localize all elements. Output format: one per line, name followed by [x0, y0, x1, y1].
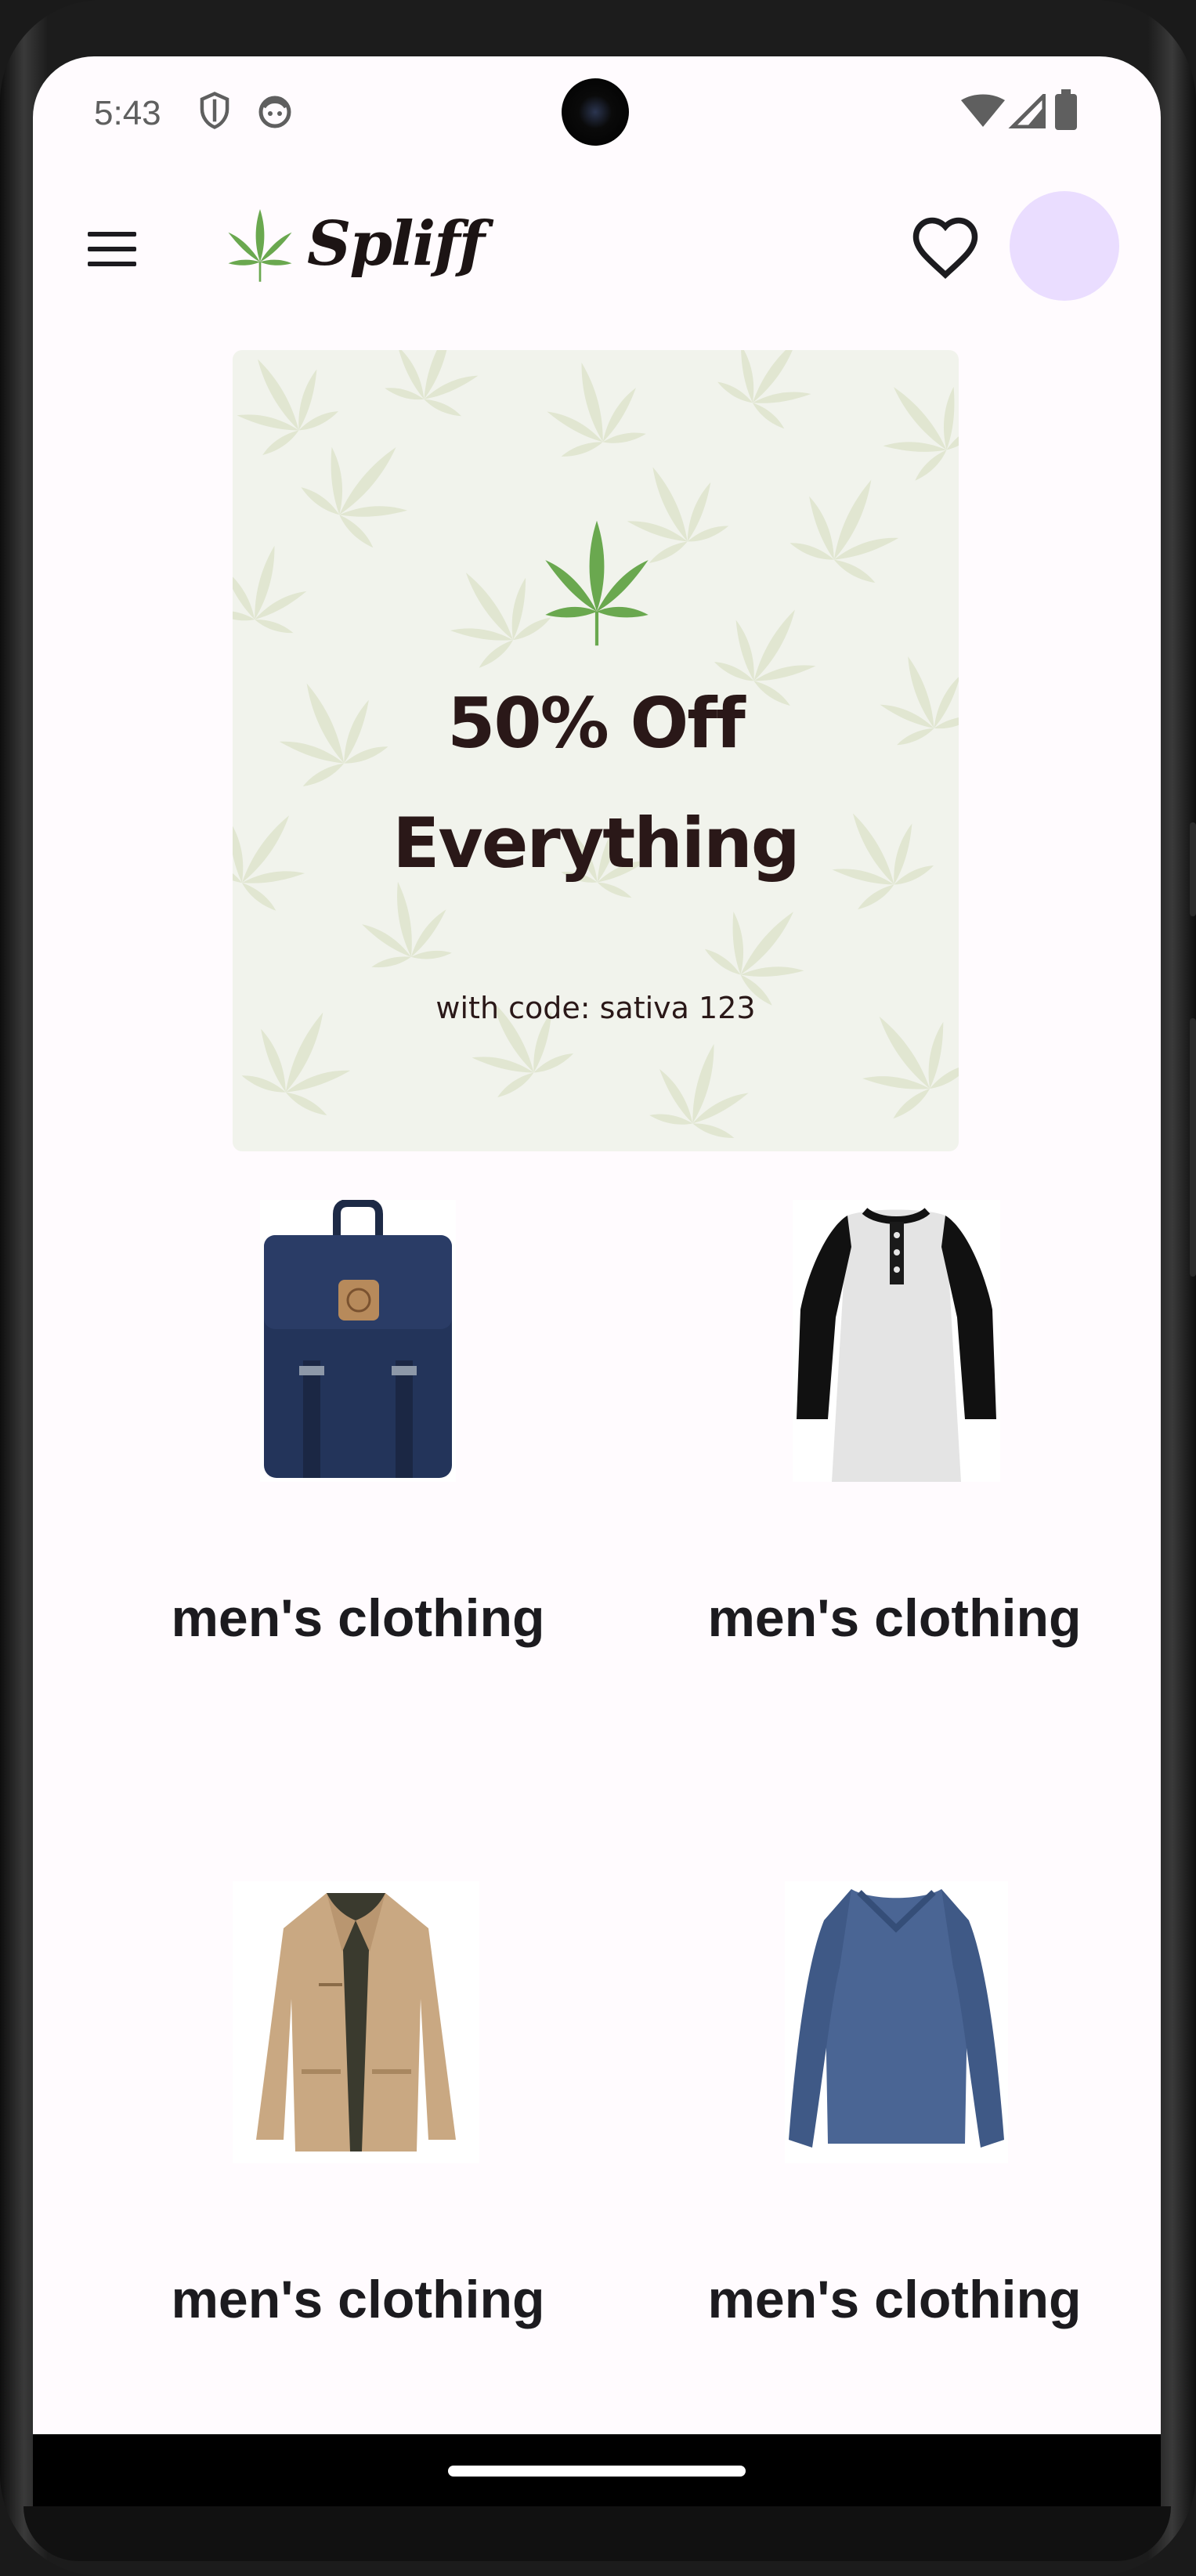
front-camera — [562, 78, 629, 146]
system-nav-bar — [33, 2434, 1161, 2511]
product-card[interactable]: men's clothing — [659, 1881, 1129, 2351]
avatar[interactable] — [1010, 191, 1119, 301]
wifi-icon — [961, 94, 1005, 127]
product-card[interactable]: men's clothing — [123, 1200, 593, 1670]
volume-button — [1190, 1018, 1196, 1277]
heart-icon[interactable] — [910, 215, 981, 285]
raglan-shirt-image — [793, 1200, 1000, 1482]
jacket-image — [233, 1881, 479, 2163]
banner-promo-code: with code: sativa 123 — [435, 991, 756, 1025]
banner-title-line1: 50% Off — [447, 683, 746, 764]
status-time: 5:43 — [94, 94, 161, 132]
promo-banner[interactable]: 50% Off Everything with code: sativa 123 — [233, 350, 959, 1151]
product-category: men's clothing — [707, 2270, 1082, 2329]
product-card[interactable]: men's clothing — [659, 1200, 1129, 1670]
app-logo[interactable]: Spliff — [225, 197, 491, 291]
power-button — [1190, 822, 1196, 916]
battery-icon — [1055, 89, 1077, 130]
menu-icon[interactable] — [80, 218, 143, 280]
product-category: men's clothing — [707, 1588, 1082, 1648]
shield-icon — [200, 92, 229, 129]
cannabis-leaf-icon — [545, 520, 649, 646]
backpack-image — [260, 1200, 456, 1482]
product-category: men's clothing — [171, 1588, 545, 1648]
banner-title-line2: Everything — [392, 803, 800, 883]
cannabis-leaf-icon — [228, 209, 292, 282]
bottom-bezel — [23, 2506, 1171, 2561]
product-category: men's clothing — [171, 2270, 545, 2329]
home-gesture-handle[interactable] — [448, 2466, 746, 2477]
long-sleeve-tee-image — [785, 1881, 1008, 2163]
logo-text: Spliff — [307, 208, 485, 280]
signal-icon — [1008, 94, 1046, 128]
screen: 5:43 Spliff 50% Off Everything with code… — [33, 56, 1161, 2437]
notification-face-icon — [258, 96, 291, 128]
product-card[interactable]: men's clothing — [123, 1881, 593, 2351]
